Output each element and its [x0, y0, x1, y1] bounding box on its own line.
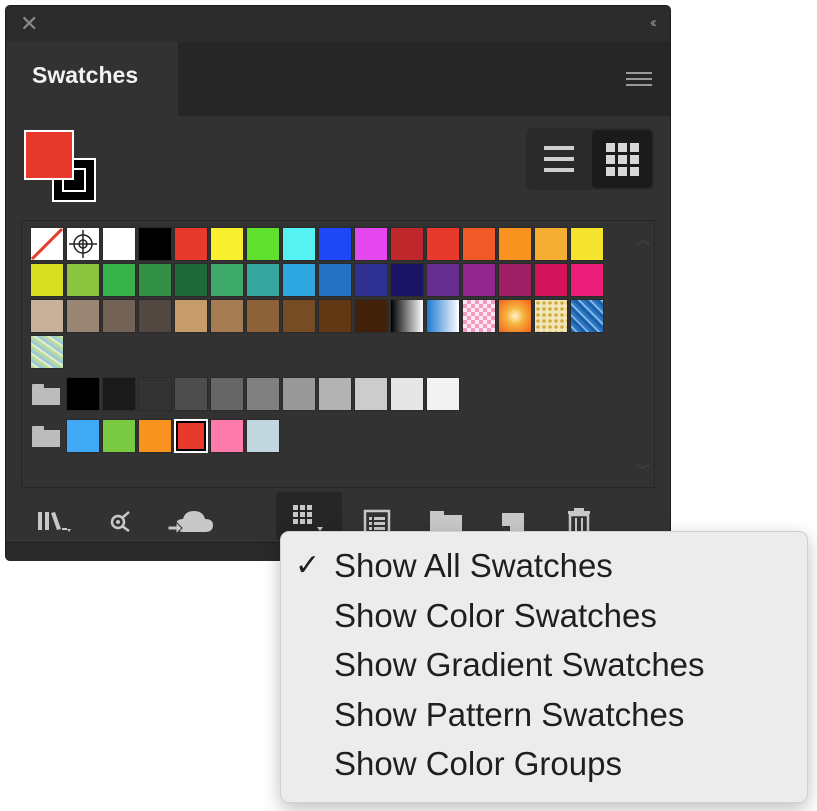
- swatch[interactable]: [210, 299, 244, 333]
- swatch[interactable]: [138, 377, 172, 411]
- swatch[interactable]: [282, 227, 316, 261]
- swatch[interactable]: [534, 227, 568, 261]
- swatch[interactable]: [318, 227, 352, 261]
- swatch[interactable]: [30, 263, 64, 297]
- tab-swatches[interactable]: Swatches: [6, 42, 178, 116]
- swatch[interactable]: [66, 299, 100, 333]
- swatch[interactable]: [570, 227, 604, 261]
- swatch[interactable]: [210, 227, 244, 261]
- menu-item-show-all-swatches[interactable]: ✓ Show All Swatches: [281, 541, 807, 591]
- swatch[interactable]: [246, 263, 280, 297]
- menu-item-label: Show Color Swatches: [334, 596, 657, 634]
- show-kind-dropdown-menu: ✓ Show All Swatches Show Color Swatches Sho…: [280, 531, 808, 803]
- panel-titlebar: ✕ ‹‹: [6, 6, 670, 42]
- swatch[interactable]: [426, 377, 460, 411]
- swatch[interactable]: [138, 263, 172, 297]
- menu-item-show-gradient-swatches[interactable]: Show Gradient Swatches: [281, 640, 807, 690]
- swatch[interactable]: [390, 263, 424, 297]
- swatch[interactable]: [282, 377, 316, 411]
- swatch[interactable]: [354, 299, 388, 333]
- view-toggle: [526, 128, 654, 190]
- menu-item-show-color-groups[interactable]: Show Color Groups: [281, 739, 807, 789]
- swatch[interactable]: [30, 299, 64, 333]
- scroll-up-icon[interactable]: ︿: [636, 229, 650, 249]
- library-icon[interactable]: [34, 504, 72, 538]
- swatch[interactable]: [210, 263, 244, 297]
- swatch[interactable]: [318, 263, 352, 297]
- menu-item-label: Show Color Groups: [334, 745, 622, 782]
- swatch[interactable]: [66, 419, 100, 453]
- swatch-pattern-blue[interactable]: [570, 299, 604, 333]
- grid-view-button[interactable]: [592, 130, 652, 188]
- swatch[interactable]: [246, 419, 280, 453]
- swatch[interactable]: [210, 377, 244, 411]
- swatch[interactable]: [246, 377, 280, 411]
- menu-item-label: Show Pattern Swatches: [334, 695, 685, 733]
- swatch-grid: ︿ ﹀: [21, 220, 655, 488]
- swatch[interactable]: [462, 263, 496, 297]
- swatch[interactable]: [390, 377, 424, 411]
- swatch-pattern-leaves[interactable]: [30, 335, 64, 369]
- cloud-icon[interactable]: [166, 504, 222, 538]
- swatch[interactable]: [534, 263, 568, 297]
- swatch[interactable]: [570, 263, 604, 297]
- swatch-gradient-bw[interactable]: [390, 299, 424, 333]
- swatches-panel: ✕ ‹‹ Swatches ︿ ﹀: [6, 6, 670, 561]
- swatch[interactable]: [174, 377, 208, 411]
- swatch-selected[interactable]: [174, 419, 208, 453]
- menu-item-label: Show All Swatches: [334, 547, 613, 584]
- swatch[interactable]: [498, 227, 532, 261]
- swatch[interactable]: [354, 263, 388, 297]
- swatch[interactable]: [462, 227, 496, 261]
- swatch[interactable]: [498, 263, 532, 297]
- swatch[interactable]: [426, 263, 460, 297]
- place-swatch-icon[interactable]: [104, 504, 138, 538]
- swatch[interactable]: [102, 263, 136, 297]
- swatch[interactable]: [138, 227, 172, 261]
- collapse-icon[interactable]: ‹‹: [650, 15, 657, 31]
- swatch[interactable]: [66, 377, 100, 411]
- swatch[interactable]: [246, 299, 280, 333]
- tab-row: Swatches: [6, 42, 670, 116]
- swatch[interactable]: [318, 299, 352, 333]
- swatch-gradient-blue[interactable]: [426, 299, 460, 333]
- swatch[interactable]: [138, 299, 172, 333]
- swatch-pattern-dots[interactable]: [534, 299, 568, 333]
- color-group-folder-icon[interactable]: [30, 384, 60, 406]
- swatch[interactable]: [210, 419, 244, 453]
- swatch-registration[interactable]: [66, 227, 100, 261]
- swatch-none[interactable]: [30, 227, 64, 261]
- swatch[interactable]: [390, 227, 424, 261]
- swatch[interactable]: [102, 377, 136, 411]
- swatch[interactable]: [246, 227, 280, 261]
- swatch[interactable]: [354, 377, 388, 411]
- checkmark-icon: ✓: [295, 549, 321, 582]
- swatch[interactable]: [174, 263, 208, 297]
- panel-menu-icon[interactable]: [626, 72, 652, 90]
- menu-item-show-pattern-swatches[interactable]: Show Pattern Swatches: [281, 690, 807, 740]
- list-view-button[interactable]: [526, 128, 590, 190]
- swatch[interactable]: [102, 227, 136, 261]
- color-group-folder-icon[interactable]: [30, 426, 60, 448]
- scroll-down-icon[interactable]: ﹀: [636, 461, 650, 481]
- swatch[interactable]: [318, 377, 352, 411]
- swatch[interactable]: [66, 263, 100, 297]
- swatch[interactable]: [282, 299, 316, 333]
- swatch[interactable]: [282, 263, 316, 297]
- fill-color-box[interactable]: [24, 130, 74, 180]
- swatch[interactable]: [102, 299, 136, 333]
- swatch[interactable]: [174, 227, 208, 261]
- menu-item-show-color-swatches[interactable]: Show Color Swatches: [281, 591, 807, 641]
- swatch[interactable]: [102, 419, 136, 453]
- swatch-gradient-orange[interactable]: [498, 299, 532, 333]
- swatch[interactable]: [354, 227, 388, 261]
- close-icon[interactable]: ✕: [20, 12, 38, 36]
- swatch[interactable]: [174, 299, 208, 333]
- swatch-pattern-pink[interactable]: [462, 299, 496, 333]
- menu-item-label: Show Gradient Swatches: [334, 646, 705, 683]
- swatch[interactable]: [138, 419, 172, 453]
- tab-label: Swatches: [32, 62, 139, 88]
- swatch[interactable]: [426, 227, 460, 261]
